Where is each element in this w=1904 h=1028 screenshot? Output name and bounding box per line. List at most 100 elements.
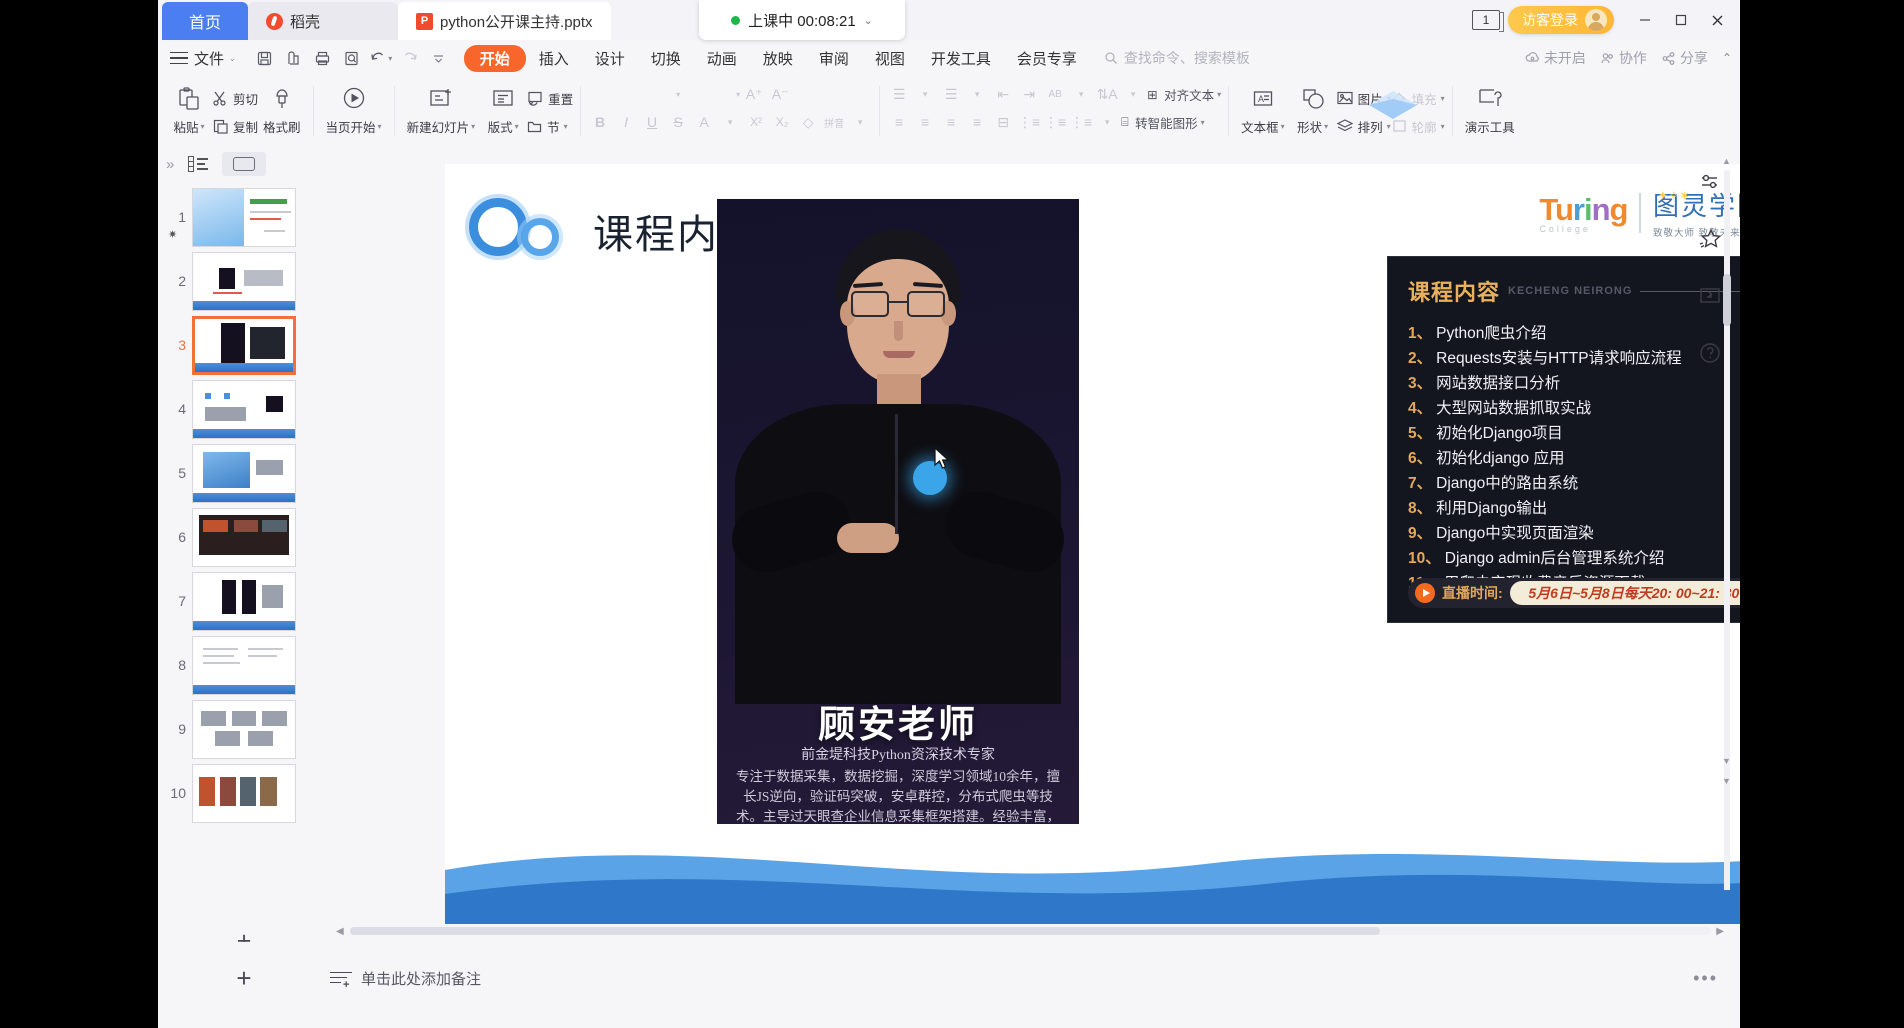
decrease-font-size-icon[interactable]: A⁻ xyxy=(768,82,792,106)
subscript-button[interactable]: X₂ xyxy=(770,110,794,134)
new-slide-button[interactable]: 新建幻灯片 ▾ xyxy=(402,80,481,136)
copy-button[interactable]: 复制 xyxy=(212,114,258,138)
layout-button[interactable]: 版式 ▾ xyxy=(480,80,526,136)
section-button[interactable]: 节 ▾ xyxy=(526,114,573,138)
class-status-pill[interactable]: 上课中 00:08:21 ⌄ xyxy=(699,0,905,40)
tab-view[interactable]: 视图 xyxy=(862,45,918,72)
present-tools-button[interactable]: 演示工具 xyxy=(1460,80,1520,136)
list-level-button[interactable]: ⋮≡ xyxy=(1043,110,1067,134)
arrange-button[interactable]: 排列 ▾ xyxy=(1336,114,1391,138)
slide-thumbnail-6[interactable] xyxy=(192,507,296,567)
bold-button[interactable]: B xyxy=(588,110,612,134)
align-left-button[interactable]: ≡ xyxy=(887,110,911,134)
tab-member[interactable]: 会员专享 xyxy=(1004,45,1090,72)
increase-indent-button[interactable]: ⇥ xyxy=(1017,82,1041,106)
file-menu-button[interactable]: 文件 ⌄ xyxy=(194,48,246,69)
tab-docer[interactable]: 稻壳 xyxy=(248,2,398,40)
list-item[interactable]: 2 xyxy=(158,250,330,312)
notes-bar[interactable]: + + 单击此处添加备注 ••• xyxy=(158,942,1740,1014)
sync-status[interactable]: 未开启 xyxy=(1525,48,1586,68)
tab-home[interactable]: 首页 xyxy=(162,2,248,40)
minimize-button[interactable] xyxy=(1628,3,1662,37)
list-item[interactable]: 8 xyxy=(158,634,330,696)
underline-button[interactable]: U xyxy=(640,110,664,134)
list-item[interactable]: 6 xyxy=(158,506,330,568)
scroll-down-arrow[interactable]: ▼ xyxy=(1722,756,1731,766)
columns-button[interactable]: ⋮≡ xyxy=(1017,110,1041,134)
list-item[interactable]: 5 xyxy=(158,442,330,504)
distribute-button[interactable]: ⊟ xyxy=(991,110,1015,134)
text-box-button[interactable]: A 文本框 ▾ xyxy=(1236,80,1290,136)
shape-button[interactable]: 形状 ▾ xyxy=(1290,80,1336,136)
slide-surface[interactable]: 课程内容 Turing College ✦✧✶ 图灵学院 致敬大师 致敬未来的你 xyxy=(445,164,1795,924)
cut-button[interactable]: 剪切 xyxy=(212,86,258,110)
slide-thumbnail-4[interactable] xyxy=(192,379,296,439)
slide-thumbnail-9[interactable] xyxy=(192,699,296,759)
pinyin-button[interactable]: 拼音 xyxy=(822,110,846,134)
smart-art-button[interactable]: ⌸ 转智能图形 ▾ xyxy=(1121,110,1205,134)
outline-button[interactable]: 轮廓 ▾ xyxy=(1391,114,1445,138)
scroll-right-arrow[interactable]: ▶ xyxy=(1716,926,1724,937)
slide-thumbnail-10[interactable] xyxy=(192,763,296,823)
paste-button[interactable]: 粘贴 ▾ xyxy=(166,80,212,136)
duplicate-slide-icon[interactable] xyxy=(1698,284,1722,313)
paragraph-spacing-button[interactable]: ⋮≡ xyxy=(1069,110,1093,134)
print-icon[interactable] xyxy=(310,45,336,71)
dropdown-caret-icon[interactable]: ▾ xyxy=(718,110,742,134)
clear-format-button[interactable]: ◇ xyxy=(796,110,820,134)
customize-toolbar-icon[interactable] xyxy=(426,45,452,71)
tab-animation[interactable]: 动画 xyxy=(694,45,750,72)
share-button[interactable]: 分享 xyxy=(1661,48,1708,68)
chevron-down-icon[interactable]: ⌄ xyxy=(864,14,873,27)
bullet-list-button[interactable]: ☰ xyxy=(887,82,911,106)
tab-developer[interactable]: 开发工具 xyxy=(918,45,1004,72)
outline-view-icon[interactable] xyxy=(188,156,209,172)
notes-more-button[interactable]: ••• xyxy=(1693,968,1718,989)
fill-button[interactable]: 填充 ▾ xyxy=(1391,86,1445,110)
slide-sorter-icon[interactable] xyxy=(222,152,267,176)
slide-thumbnail-1[interactable] xyxy=(192,187,296,247)
numbered-list-button[interactable]: ☰ xyxy=(939,82,963,106)
align-right-button[interactable]: ≡ xyxy=(939,110,963,134)
superscript-button[interactable]: X² xyxy=(744,110,768,134)
tab-review[interactable]: 审阅 xyxy=(806,45,862,72)
slide-canvas-area[interactable]: 课程内容 Turing College ✦✧✶ 图灵学院 致敬大师 致敬未来的你 xyxy=(330,146,1795,924)
increase-font-size-icon[interactable]: A⁺ xyxy=(742,82,766,106)
search-doc-icon[interactable] xyxy=(339,45,365,71)
guest-login-button[interactable]: 访客登录 xyxy=(1508,6,1614,34)
slide-thumbnail-2[interactable] xyxy=(192,251,296,311)
dropdown-caret-icon[interactable]: ▾ xyxy=(848,110,872,134)
slide-thumbnail-3[interactable] xyxy=(192,315,296,375)
text-direction-button[interactable]: AB xyxy=(1043,82,1067,106)
close-button[interactable] xyxy=(1700,3,1734,37)
list-item[interactable]: 9 xyxy=(158,698,330,760)
search-command-box[interactable]: 查找命令、搜索模板 xyxy=(1104,48,1250,68)
scroll-page-down-arrow[interactable]: ▼ xyxy=(1722,776,1731,786)
notes-add-slide-button[interactable]: + xyxy=(158,963,330,994)
start-from-current-button[interactable]: 当页开始 ▾ xyxy=(321,80,387,136)
font-size-select[interactable]: ▾ xyxy=(682,82,740,106)
print-preview-icon[interactable] xyxy=(281,45,307,71)
align-center-button[interactable]: ≡ xyxy=(913,110,937,134)
list-item[interactable]: 1 xyxy=(158,186,330,248)
scroll-up-arrow[interactable]: ▲ xyxy=(1722,156,1731,166)
italic-button[interactable]: I xyxy=(614,110,638,134)
align-text-button[interactable]: ⊞ 对齐文本 ▾ xyxy=(1147,82,1221,106)
line-spacing-button[interactable]: ⇅A xyxy=(1095,82,1119,106)
tab-file-pptx[interactable]: P python公开课主持.pptx xyxy=(398,2,611,40)
picture-button[interactable]: 图片 ▾ xyxy=(1336,86,1391,110)
tab-design[interactable]: 设计 xyxy=(582,45,638,72)
save-icon[interactable] xyxy=(252,45,278,71)
reset-button[interactable]: 重置 xyxy=(526,86,573,110)
slide-thumbnail-5[interactable] xyxy=(192,443,296,503)
help-icon[interactable] xyxy=(1698,341,1722,370)
adjust-settings-icon[interactable] xyxy=(1698,170,1722,199)
list-item[interactable]: 7 xyxy=(158,570,330,632)
redo-icon[interactable] xyxy=(397,45,423,71)
slide-thumbnail-8[interactable] xyxy=(192,635,296,695)
list-item[interactable]: 10 xyxy=(158,762,330,824)
collapse-ribbon-icon[interactable]: ⌃ xyxy=(1722,51,1732,65)
strikethrough-button[interactable]: S xyxy=(666,110,690,134)
undo-icon[interactable]: ▾ xyxy=(368,45,394,71)
hamburger-icon[interactable] xyxy=(170,51,188,65)
